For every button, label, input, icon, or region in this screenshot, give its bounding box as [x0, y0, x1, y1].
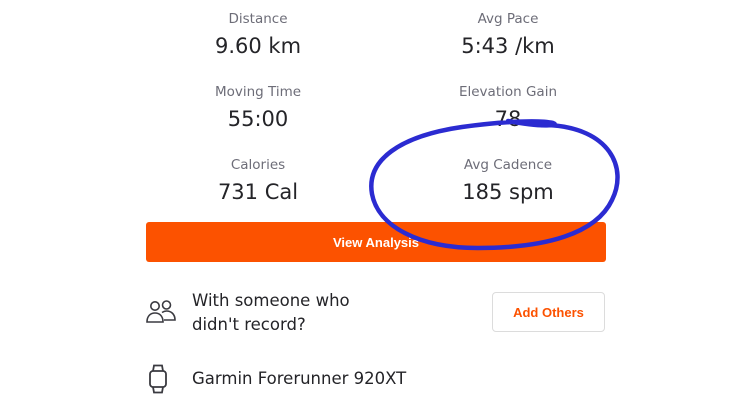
stat-value: 9.60 km: [214, 34, 302, 58]
view-analysis-button[interactable]: View Analysis: [146, 222, 606, 262]
stat-label: Calories: [230, 157, 286, 173]
stat-avg-pace: Avg Pace 5:43 /km: [393, 10, 623, 60]
device-name: Garmin Forerunner 920XT: [192, 369, 407, 388]
add-others-label: Add Others: [513, 304, 584, 320]
stat-value: 731 Cal: [217, 180, 299, 204]
stat-value: 55:00: [227, 107, 289, 131]
stat-label: Moving Time: [214, 84, 302, 100]
stat-value: 5:43 /km: [461, 34, 555, 58]
partner-prompt-line1: With someone who: [192, 291, 350, 310]
stat-moving-time: Moving Time 55:00: [143, 83, 373, 133]
stat-value: 185 spm: [462, 180, 554, 204]
partner-prompt: With someone who didn't record?: [192, 289, 392, 337]
watch-icon: [148, 364, 168, 394]
hand-drawn-circle-annotation: [369, 118, 620, 251]
stat-label: Avg Pace: [477, 11, 539, 27]
stat-avg-cadence: Avg Cadence 185 spm: [393, 156, 623, 206]
stat-label: Elevation Gain: [458, 84, 558, 100]
stat-label: Distance: [228, 11, 288, 27]
view-analysis-label: View Analysis: [333, 234, 419, 250]
add-others-button[interactable]: Add Others: [492, 292, 605, 332]
people-icon: [145, 298, 177, 326]
stat-distance: Distance 9.60 km: [143, 10, 373, 60]
stat-label: Avg Cadence: [463, 157, 553, 173]
stat-calories: Calories 731 Cal: [143, 156, 373, 206]
stat-elevation-gain: Elevation Gain 78: [393, 83, 623, 133]
partner-prompt-line2: didn't record?: [192, 315, 306, 334]
stat-value: 78: [494, 107, 522, 131]
